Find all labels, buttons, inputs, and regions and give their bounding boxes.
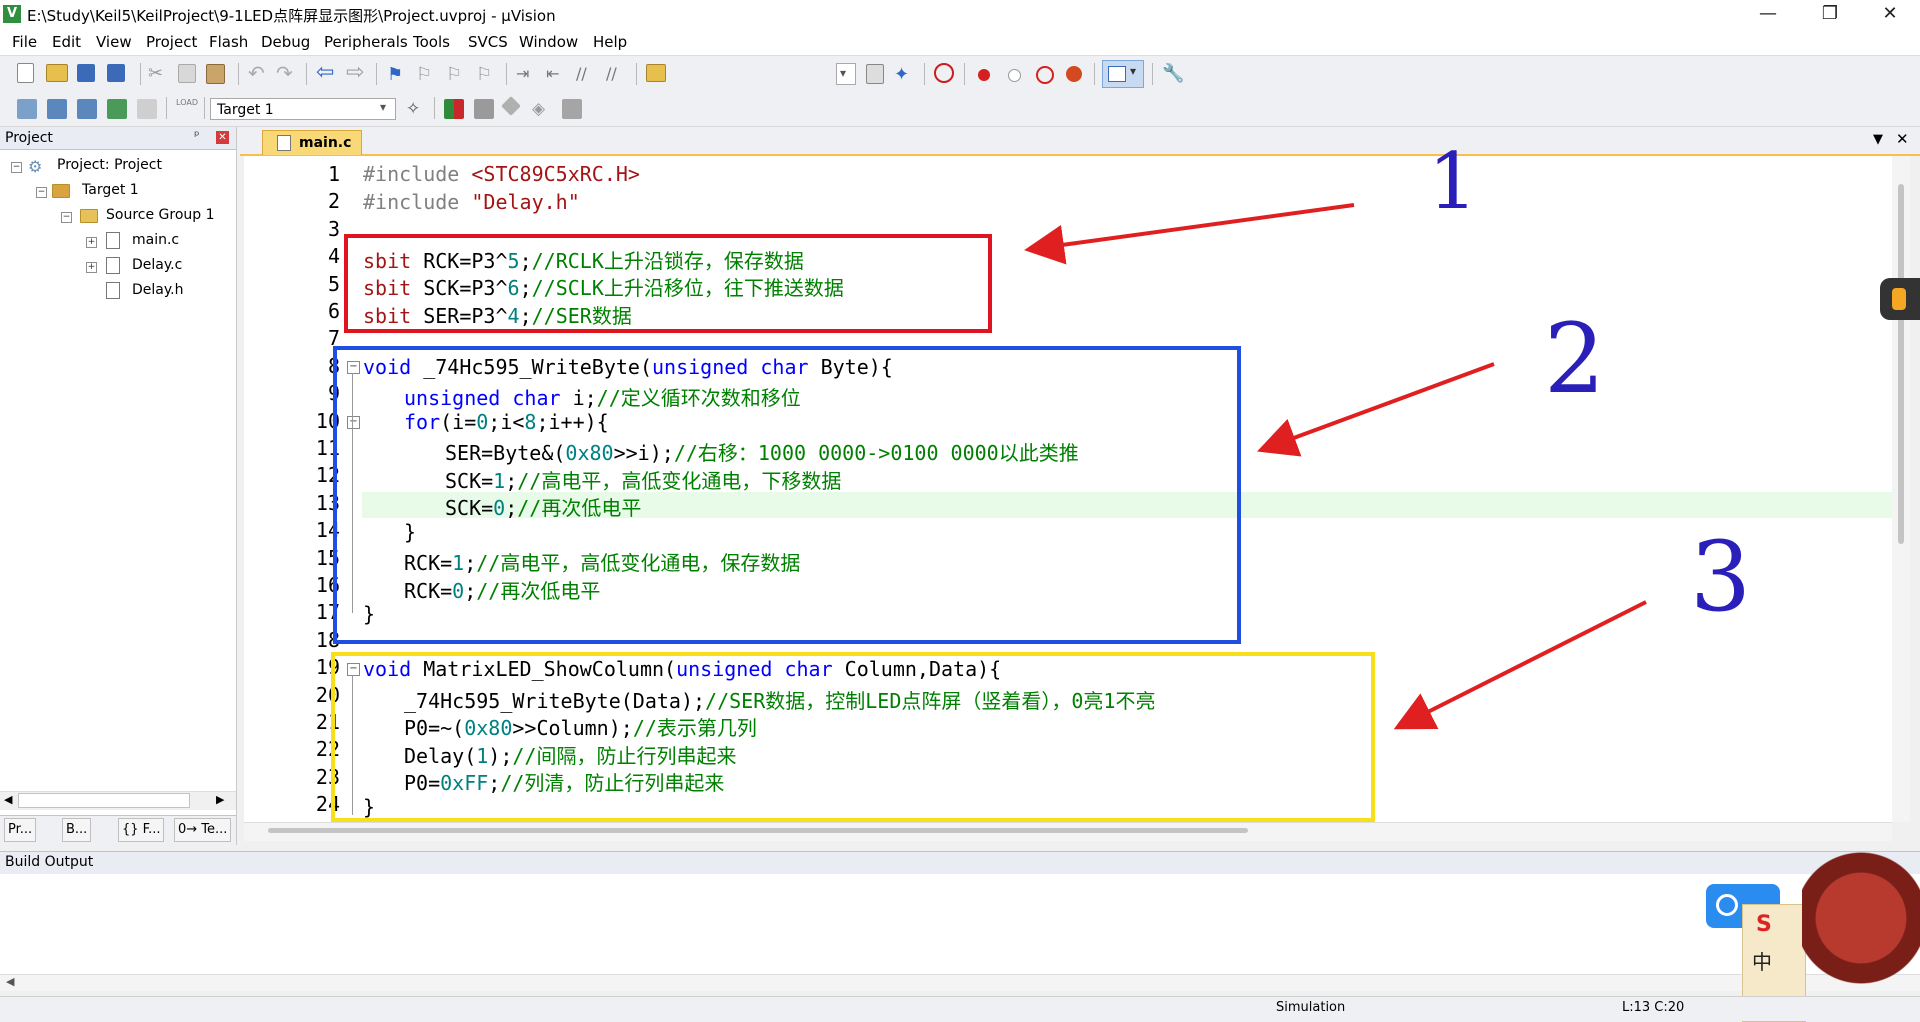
arrow-1 xyxy=(1024,203,1355,265)
ime-mode-icon: 中 xyxy=(1752,950,1772,974)
build-output-hscrollbar[interactable] xyxy=(0,974,1920,991)
build-output-header xyxy=(0,851,1920,875)
arrow-2 xyxy=(1256,362,1495,457)
ime-s-icon: S xyxy=(1756,912,1772,937)
arrow-3 xyxy=(1393,600,1647,730)
annotation-number-1: 1 xyxy=(1428,137,1478,227)
mascot-widget[interactable]: S 中 xyxy=(1742,850,1920,1022)
build-output-title: Build Output xyxy=(5,854,94,870)
build-output-pane[interactable] xyxy=(0,874,1920,984)
cloud-icon xyxy=(1716,894,1738,916)
annotation-number-2: 2 xyxy=(1544,303,1605,415)
scroll-left-icon[interactable]: ◀ xyxy=(6,975,14,988)
status-cursor-position: L:13 C:20 xyxy=(1622,1000,1685,1015)
annotation-number-3: 3 xyxy=(1690,521,1751,633)
clipboard-icon xyxy=(1892,288,1906,310)
status-mode: Simulation xyxy=(1276,1000,1346,1015)
mascot-character xyxy=(1802,850,1920,1020)
